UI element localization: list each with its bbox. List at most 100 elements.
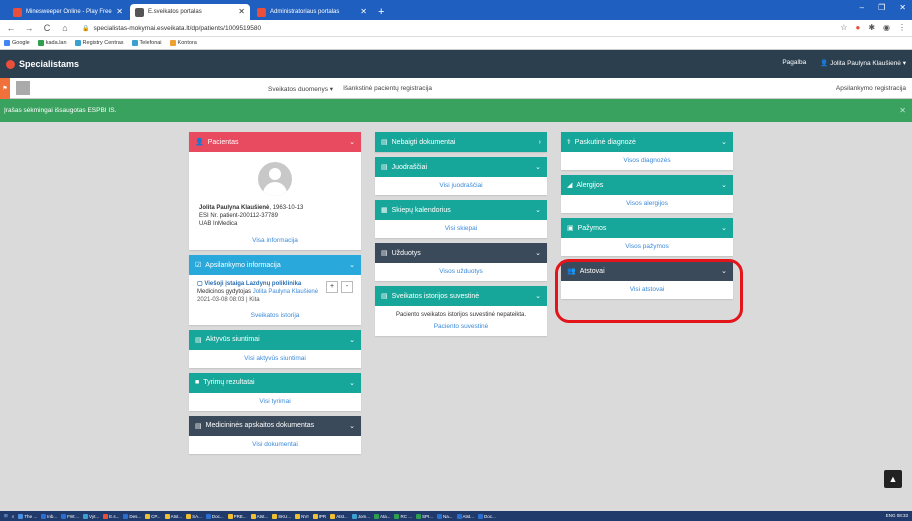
bookmark-telefonai[interactable]: Telefonai	[131, 40, 162, 46]
windows-start-icon[interactable]: ⊞	[4, 513, 8, 519]
full-info-link[interactable]: Visa informacija	[189, 232, 361, 250]
chevron-down-icon[interactable]: ⌄	[535, 206, 541, 214]
close-icon[interactable]: ✕	[360, 7, 367, 16]
help-link[interactable]: Pagalba	[782, 59, 806, 67]
taskbar-item[interactable]: Na...	[437, 513, 453, 519]
user-menu[interactable]: 👤 Jolita Paulyna Klaušienė ▾	[820, 59, 906, 67]
menu-preregistration[interactable]: Išankstinė pacientų registracija	[343, 85, 432, 93]
visit-panel-header[interactable]: ☑ Apsilankymo informacija ⌄	[189, 255, 361, 275]
all-referrals-link[interactable]: Visi aktyvūs siuntimai	[189, 350, 361, 368]
bookmark-kontora[interactable]: Kontora	[169, 40, 197, 46]
visit-registration-link[interactable]: Apsilankymo registracija	[836, 85, 906, 92]
browser-tab-esveikata[interactable]: E.sveikatos portalas ✕	[130, 4, 250, 20]
all-tests-link[interactable]: Visi tyrimai	[189, 393, 361, 411]
chevron-down-icon[interactable]: ⌄	[349, 422, 355, 430]
taskbar-item[interactable]: Des...	[123, 513, 141, 519]
patient-flag-icon[interactable]: ⚑	[0, 77, 10, 99]
patient-summary-link[interactable]: Paciento suvestinė	[375, 318, 547, 336]
taskbar-item[interactable]: PRE...	[227, 513, 247, 519]
maximize-icon[interactable]: ❐	[878, 3, 885, 12]
doctor-link[interactable]: Jolita Paulyna Klaušienė	[253, 289, 318, 295]
referrals-panel-header[interactable]: ▤ Aktyvūs siuntimai ⌄	[189, 329, 361, 350]
search-icon[interactable]: ⌕	[12, 514, 15, 519]
chevron-down-icon[interactable]: ⌄	[535, 163, 541, 171]
taskbar-item[interactable]: Atst...	[456, 513, 474, 519]
taskbar-item[interactable]: IPR	[312, 513, 326, 519]
drafts-panel-header[interactable]: ▤ Juodraščiai ⌄	[375, 157, 547, 177]
extension-icon[interactable]: ●	[855, 23, 860, 32]
tests-panel-header[interactable]: ■ Tyrimų rezultatai ⌄	[189, 372, 361, 393]
profile-icon[interactable]: ◉	[883, 23, 890, 32]
all-certificates-link[interactable]: Visos pažymos	[561, 238, 733, 256]
allergies-panel-header[interactable]: ◢ Alergijos ⌄	[561, 175, 733, 195]
tasks-panel-header[interactable]: ▤ Užduotys ⌄	[375, 243, 547, 263]
bookmark-registry[interactable]: Registry Centras	[74, 40, 124, 46]
taskbar-item[interactable]: Inb...	[41, 513, 57, 519]
close-icon[interactable]: ✕	[899, 106, 906, 115]
app-brand[interactable]: Specialistams	[6, 59, 79, 69]
all-tasks-link[interactable]: Visos užduotys	[375, 263, 547, 281]
diagnosis-panel-header[interactable]: ⚕ Paskutinė diagnozė ⌄	[561, 132, 733, 152]
all-vaccines-link[interactable]: Visi skiepai	[375, 220, 547, 238]
taskbar-item[interactable]: Atst...	[164, 513, 182, 519]
certificates-panel-header[interactable]: ▣ Pažymos ⌄	[561, 218, 733, 238]
summary-panel-header[interactable]: ▤ Sveikatos istorijos suvestinė ⌄	[375, 286, 547, 306]
chevron-down-icon[interactable]: ⌄	[349, 336, 355, 344]
browser-tab-admin[interactable]: Administratoriaus portalas ✕	[252, 4, 372, 20]
scroll-to-top-button[interactable]: ▲	[884, 470, 902, 488]
taskbar-item[interactable]: FW:...	[61, 513, 79, 519]
all-drafts-link[interactable]: Visi juodraščiai	[375, 177, 547, 195]
taskbar-item[interactable]: Atst...	[250, 513, 268, 519]
url-field[interactable]: 🔒 specialistas-mokymai.esveikata.lt/dp/p…	[82, 25, 261, 32]
chevron-down-icon[interactable]: ⌄	[535, 292, 541, 300]
new-tab-plus-icon[interactable]: +	[378, 4, 384, 20]
all-allergies-link[interactable]: Visos alergijos	[561, 195, 733, 213]
forward-arrow-icon[interactable]: →	[24, 23, 34, 33]
close-icon[interactable]: ✕	[116, 7, 123, 16]
taskbar-item[interactable]: The ...	[18, 513, 37, 519]
taskbar-item[interactable]: RC ...	[394, 513, 412, 519]
menu-health-data[interactable]: Sveikatos duomenys ▾	[268, 85, 333, 93]
kebab-menu-icon[interactable]: ⋮	[898, 23, 906, 32]
chevron-down-icon[interactable]: ⌄	[721, 138, 727, 146]
puzzle-icon[interactable]: ✱	[868, 23, 875, 32]
unfinished-docs-header[interactable]: ▤ Nebaigti dokumentai ›	[375, 132, 547, 152]
taskbar-item[interactable]: Doc...	[478, 513, 496, 519]
all-diagnoses-link[interactable]: Visos diagnozės	[561, 152, 733, 170]
taskbar-item[interactable]: SPI...	[416, 513, 433, 519]
health-history-link[interactable]: Sveikatos istorija	[189, 307, 361, 325]
all-documents-link[interactable]: Visi dokumentai	[189, 436, 361, 454]
browser-tab-minesweeper[interactable]: Minesweeper Online - Play Free ✕	[8, 4, 128, 20]
chevron-down-icon[interactable]: ⌄	[721, 224, 727, 232]
visit-institution-link[interactable]: ▢ Viešoji įstaiga Lazdynų poliklinika	[197, 281, 315, 289]
system-clock[interactable]: ENG 08:33	[886, 513, 908, 518]
bookmark-kada[interactable]: kada.lan	[37, 40, 67, 46]
back-arrow-icon[interactable]: ←	[6, 23, 16, 33]
taskbar-item[interactable]: Atst...	[330, 513, 348, 519]
add-button[interactable]: +	[326, 281, 338, 293]
chevron-down-icon[interactable]: ⌄	[721, 181, 727, 189]
chevron-down-icon[interactable]: ⌄	[349, 379, 355, 387]
taskbar-item[interactable]: NVI	[295, 513, 309, 519]
minimize-icon[interactable]: –	[860, 3, 864, 12]
bookmark-google[interactable]: Google	[4, 40, 30, 46]
star-icon[interactable]: ☆	[840, 23, 847, 32]
reload-icon[interactable]: C	[42, 23, 52, 33]
taskbar-item[interactable]: Vyt...	[83, 513, 99, 519]
taskbar-item[interactable]: CP...	[145, 513, 161, 519]
patient-panel-header[interactable]: 👤 Pacientas ⌄	[189, 132, 361, 152]
remove-button[interactable]: -	[341, 281, 353, 293]
chevron-down-icon[interactable]: ⌄	[349, 138, 355, 146]
taskbar-item[interactable]: SA...	[186, 513, 202, 519]
taskbar-item[interactable]: Jom...	[351, 513, 370, 519]
taskbar-item[interactable]: Doc...	[205, 513, 224, 519]
home-icon[interactable]: ⌂	[60, 23, 70, 33]
chevron-down-icon[interactable]: ⌄	[349, 261, 355, 269]
vaccines-panel-header[interactable]: ▦ Skiepų kalendorius ⌄	[375, 200, 547, 220]
documents-panel-header[interactable]: ▤ Medicininės apskaitos dokumentas ⌄	[189, 415, 361, 436]
window-close-icon[interactable]: ✕	[899, 3, 906, 12]
close-icon[interactable]: ✕	[238, 7, 245, 16]
taskbar-item[interactable]: SKU...	[272, 513, 291, 519]
taskbar-item[interactable]: E.s...	[103, 513, 119, 519]
taskbar-item[interactable]: Ata...	[373, 513, 390, 519]
